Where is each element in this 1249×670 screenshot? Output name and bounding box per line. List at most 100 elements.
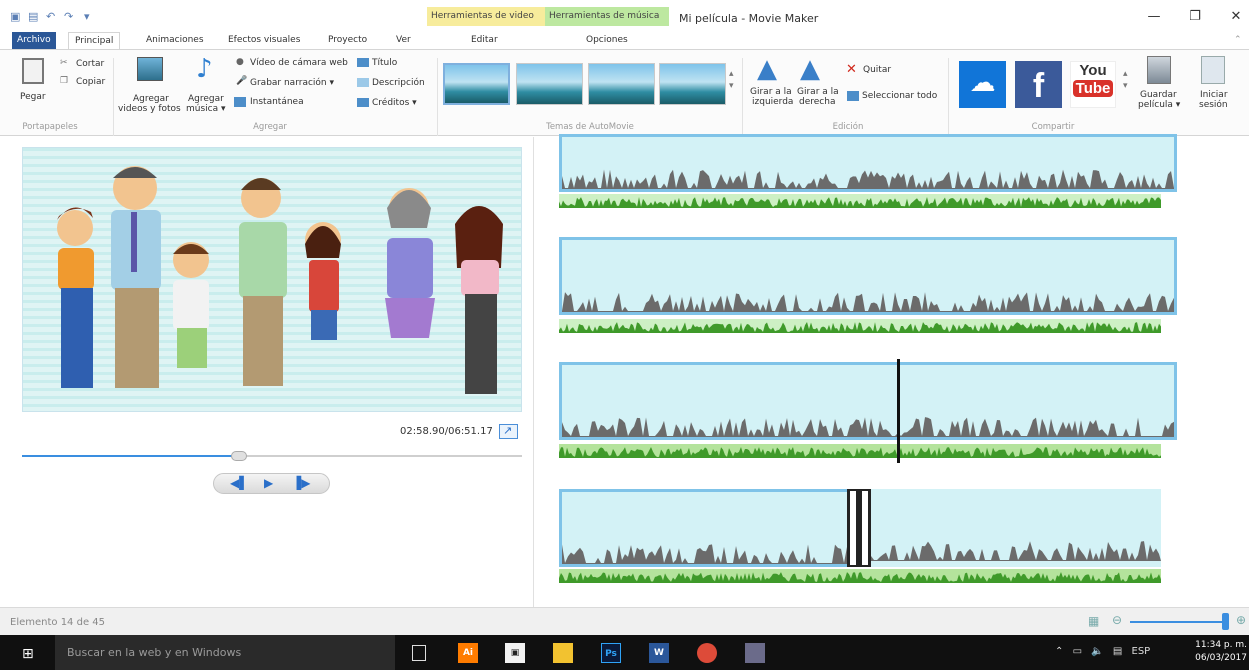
video-clip[interactable] [559,134,1177,192]
video-clip[interactable] [559,237,1177,315]
clock[interactable]: 11:34 p. m. 06/03/2017 [1189,639,1247,665]
clip-waveform [562,544,872,564]
zoom-slider-thumb[interactable] [1222,613,1229,630]
tab-archivo[interactable]: Archivo [12,32,56,49]
task-view-icon[interactable] [412,645,426,661]
save-movie-icon[interactable] [1147,56,1171,84]
automovie-theme-4[interactable] [659,63,726,105]
play-icon[interactable]: ▶ [264,476,273,490]
seek-bar[interactable] [22,451,522,461]
rotate-left-icon[interactable]: ▲ [757,54,777,84]
save-movie-label-2[interactable]: película ▾ [1138,100,1180,110]
youtube-icon[interactable]: You Tube [1070,61,1116,108]
rotate-right-icon[interactable]: ▲ [800,54,820,84]
tab-efectos-visuales[interactable]: Efectos visuales [222,32,306,49]
rotate-right-label-2[interactable]: derecha [799,97,835,107]
tab-editar[interactable]: Editar [465,32,504,49]
cut-button[interactable]: Cortar [76,59,104,69]
caption-icon [357,78,369,87]
store-icon[interactable]: ▣ [505,643,525,663]
video-clip[interactable] [559,489,872,567]
storyboard-timeline[interactable] [534,134,1249,607]
undo-icon[interactable]: ↶ [46,10,55,23]
notifications-icon[interactable]: ▤ [1113,646,1122,657]
taskbar-search[interactable]: Buscar en la web y en Windows [55,635,395,670]
signin-label-2[interactable]: sesión [1199,100,1228,110]
rotate-right-label-1[interactable]: Girar a la [797,87,839,97]
collapse-ribbon-icon[interactable]: ⌃ [1228,32,1248,49]
automovie-theme-3[interactable] [588,63,655,105]
signin-label-1[interactable]: Iniciar [1200,90,1228,100]
save-icon[interactable]: ▤ [28,10,38,23]
paste-button[interactable]: Pegar [20,92,46,102]
share-scroll-icon[interactable]: ▴ ▾ [1123,68,1128,92]
playhead[interactable] [897,359,900,463]
title-button[interactable]: Título [372,58,397,68]
show-hidden-icons-icon[interactable]: ⌃ [1055,646,1063,657]
close-icon[interactable]: ✕ [1226,9,1246,24]
customize-qat-icon[interactable]: ▾ [84,10,90,23]
audio-clip[interactable] [559,444,1161,458]
minimize-icon[interactable]: — [1144,9,1164,24]
film-photo-icon[interactable] [137,57,163,81]
audio-clip[interactable] [559,569,1161,583]
add-music-label-2[interactable]: música ▾ [186,104,226,114]
word-icon[interactable]: W [649,643,669,663]
seek-thumb[interactable] [231,451,247,461]
paste-icon[interactable] [22,58,44,84]
film-strip-icon [850,491,868,565]
illustrator-icon[interactable]: Ai [458,643,478,663]
automovie-theme-1[interactable] [443,63,510,105]
file-explorer-icon[interactable] [553,643,573,663]
onedrive-icon[interactable]: ☁ [959,61,1006,108]
previous-frame-icon[interactable]: ◀▌ [230,476,248,490]
tab-ver[interactable]: Ver [390,32,417,49]
webcam-video-button[interactable]: Vídeo de cámara web [250,58,348,68]
rotate-left-label-1[interactable]: Girar a la [750,87,792,97]
zoom-slider[interactable] [1130,621,1222,623]
add-videos-label-1[interactable]: Agregar [133,94,169,104]
caption-button[interactable]: Descripción [372,78,425,88]
credits-button[interactable]: Créditos ▾ [372,98,417,108]
themes-scroll-icon[interactable]: ▴ ▾ [729,68,734,92]
video-clip[interactable] [871,489,1161,567]
add-music-label-1[interactable]: Agregar [188,94,224,104]
record-narration-button[interactable]: Grabar narración ▾ [250,78,334,88]
redo-icon[interactable]: ↷ [64,10,73,23]
volume-icon[interactable]: 🔈 [1091,646,1103,657]
snapshot-button[interactable]: Instantánea [250,97,304,107]
storyboard-view-icon[interactable]: ▦ [1088,614,1099,628]
rotate-left-label-2[interactable]: izquierda [752,97,793,107]
tab-proyecto[interactable]: Proyecto [322,32,373,49]
video-preview[interactable] [22,147,522,412]
chrome-icon[interactable] [697,643,717,663]
signin-icon[interactable] [1201,56,1225,84]
input-language[interactable]: ESP [1132,646,1151,657]
audio-clip[interactable] [559,194,1161,208]
zoom-out-icon[interactable]: ⊖ [1112,613,1122,627]
facebook-icon[interactable]: f [1015,61,1062,108]
transition-marker[interactable] [847,489,871,567]
music-note-icon[interactable]: ♪ [196,54,213,84]
photoshop-icon[interactable]: Ps [601,643,621,663]
copy-button[interactable]: Copiar [76,77,105,87]
movie-maker-taskbar-icon[interactable] [745,643,765,663]
app-icon[interactable]: ▣ [10,10,20,23]
maximize-icon[interactable]: ❐ [1185,9,1205,24]
video-clip-selected[interactable] [559,362,1177,440]
select-all-button[interactable]: Seleccionar todo [862,91,937,101]
windows-start-icon[interactable]: ⊞ [22,646,34,662]
fullscreen-button[interactable]: ↗ [499,424,518,439]
tab-opciones[interactable]: Opciones [580,32,634,49]
audio-clip[interactable] [559,319,1161,333]
next-frame-icon[interactable]: ▐▶ [292,476,310,490]
tab-principal[interactable]: Principal [68,32,121,49]
zoom-in-icon[interactable]: ⊕ [1236,613,1246,627]
remove-button[interactable]: Quitar [863,65,891,75]
playback-controls: ◀▌ ▶ ▐▶ [213,473,330,494]
automovie-theme-2[interactable] [516,63,583,105]
tab-animaciones[interactable]: Animaciones [140,32,210,49]
save-movie-label-1[interactable]: Guardar [1140,90,1177,100]
add-videos-label-2[interactable]: videos y fotos [118,104,181,114]
network-icon[interactable]: ▭ [1073,646,1082,657]
